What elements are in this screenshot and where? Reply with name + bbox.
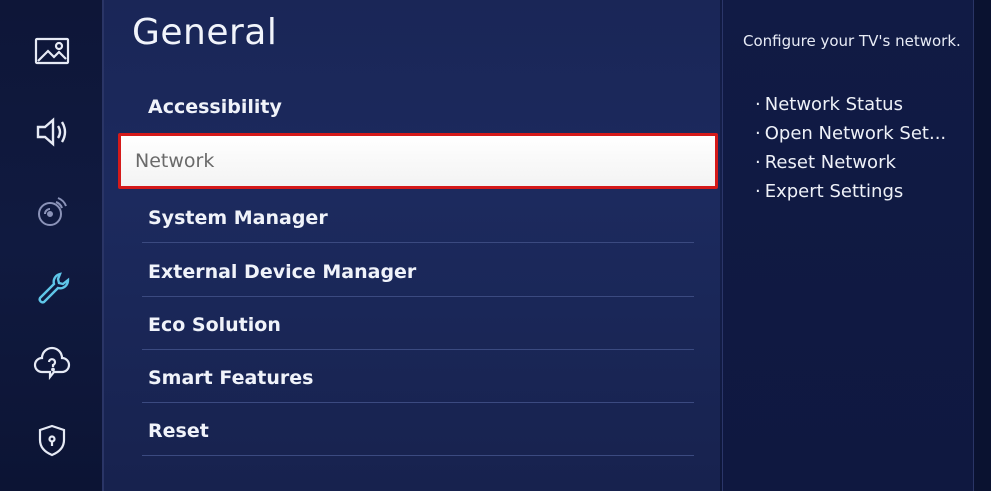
page-title: General [132, 12, 278, 53]
settings-sidebar [0, 0, 104, 491]
menu-item-smart-features[interactable]: Smart Features [142, 353, 694, 403]
picture-icon[interactable] [30, 30, 74, 74]
menu-item-system-manager[interactable]: System Manager [142, 193, 694, 243]
privacy-shield-icon[interactable] [30, 418, 74, 462]
info-bullet: · Expert Settings [755, 181, 904, 202]
menu-item-external-device-manager[interactable]: External Device Manager [142, 247, 694, 297]
screen-bezel [974, 0, 991, 491]
menu-item-network[interactable]: Network [118, 133, 718, 189]
menu-item-eco-solution[interactable]: Eco Solution [142, 300, 694, 350]
menu-item-reset[interactable]: Reset [142, 406, 694, 456]
info-bullet: · Network Status [755, 94, 903, 115]
info-panel: Configure your TV's network. · Network St… [722, 0, 975, 491]
info-bullet: · Reset Network [755, 152, 896, 173]
info-bullet-list: · Network Status · Open Network Set... · Re… [755, 90, 946, 206]
broadcasting-icon[interactable] [30, 190, 74, 234]
support-cloud-icon[interactable] [30, 342, 74, 386]
general-wrench-icon[interactable] [30, 266, 74, 310]
info-description: Configure your TV's network. [743, 32, 961, 50]
menu-item-accessibility[interactable]: Accessibility [142, 82, 694, 132]
tv-screen: General Accessibility Network System Man… [0, 0, 991, 491]
general-menu-panel: General Accessibility Network System Man… [104, 0, 720, 491]
info-bullet: · Open Network Set... [755, 123, 947, 144]
sound-icon[interactable] [30, 110, 74, 154]
